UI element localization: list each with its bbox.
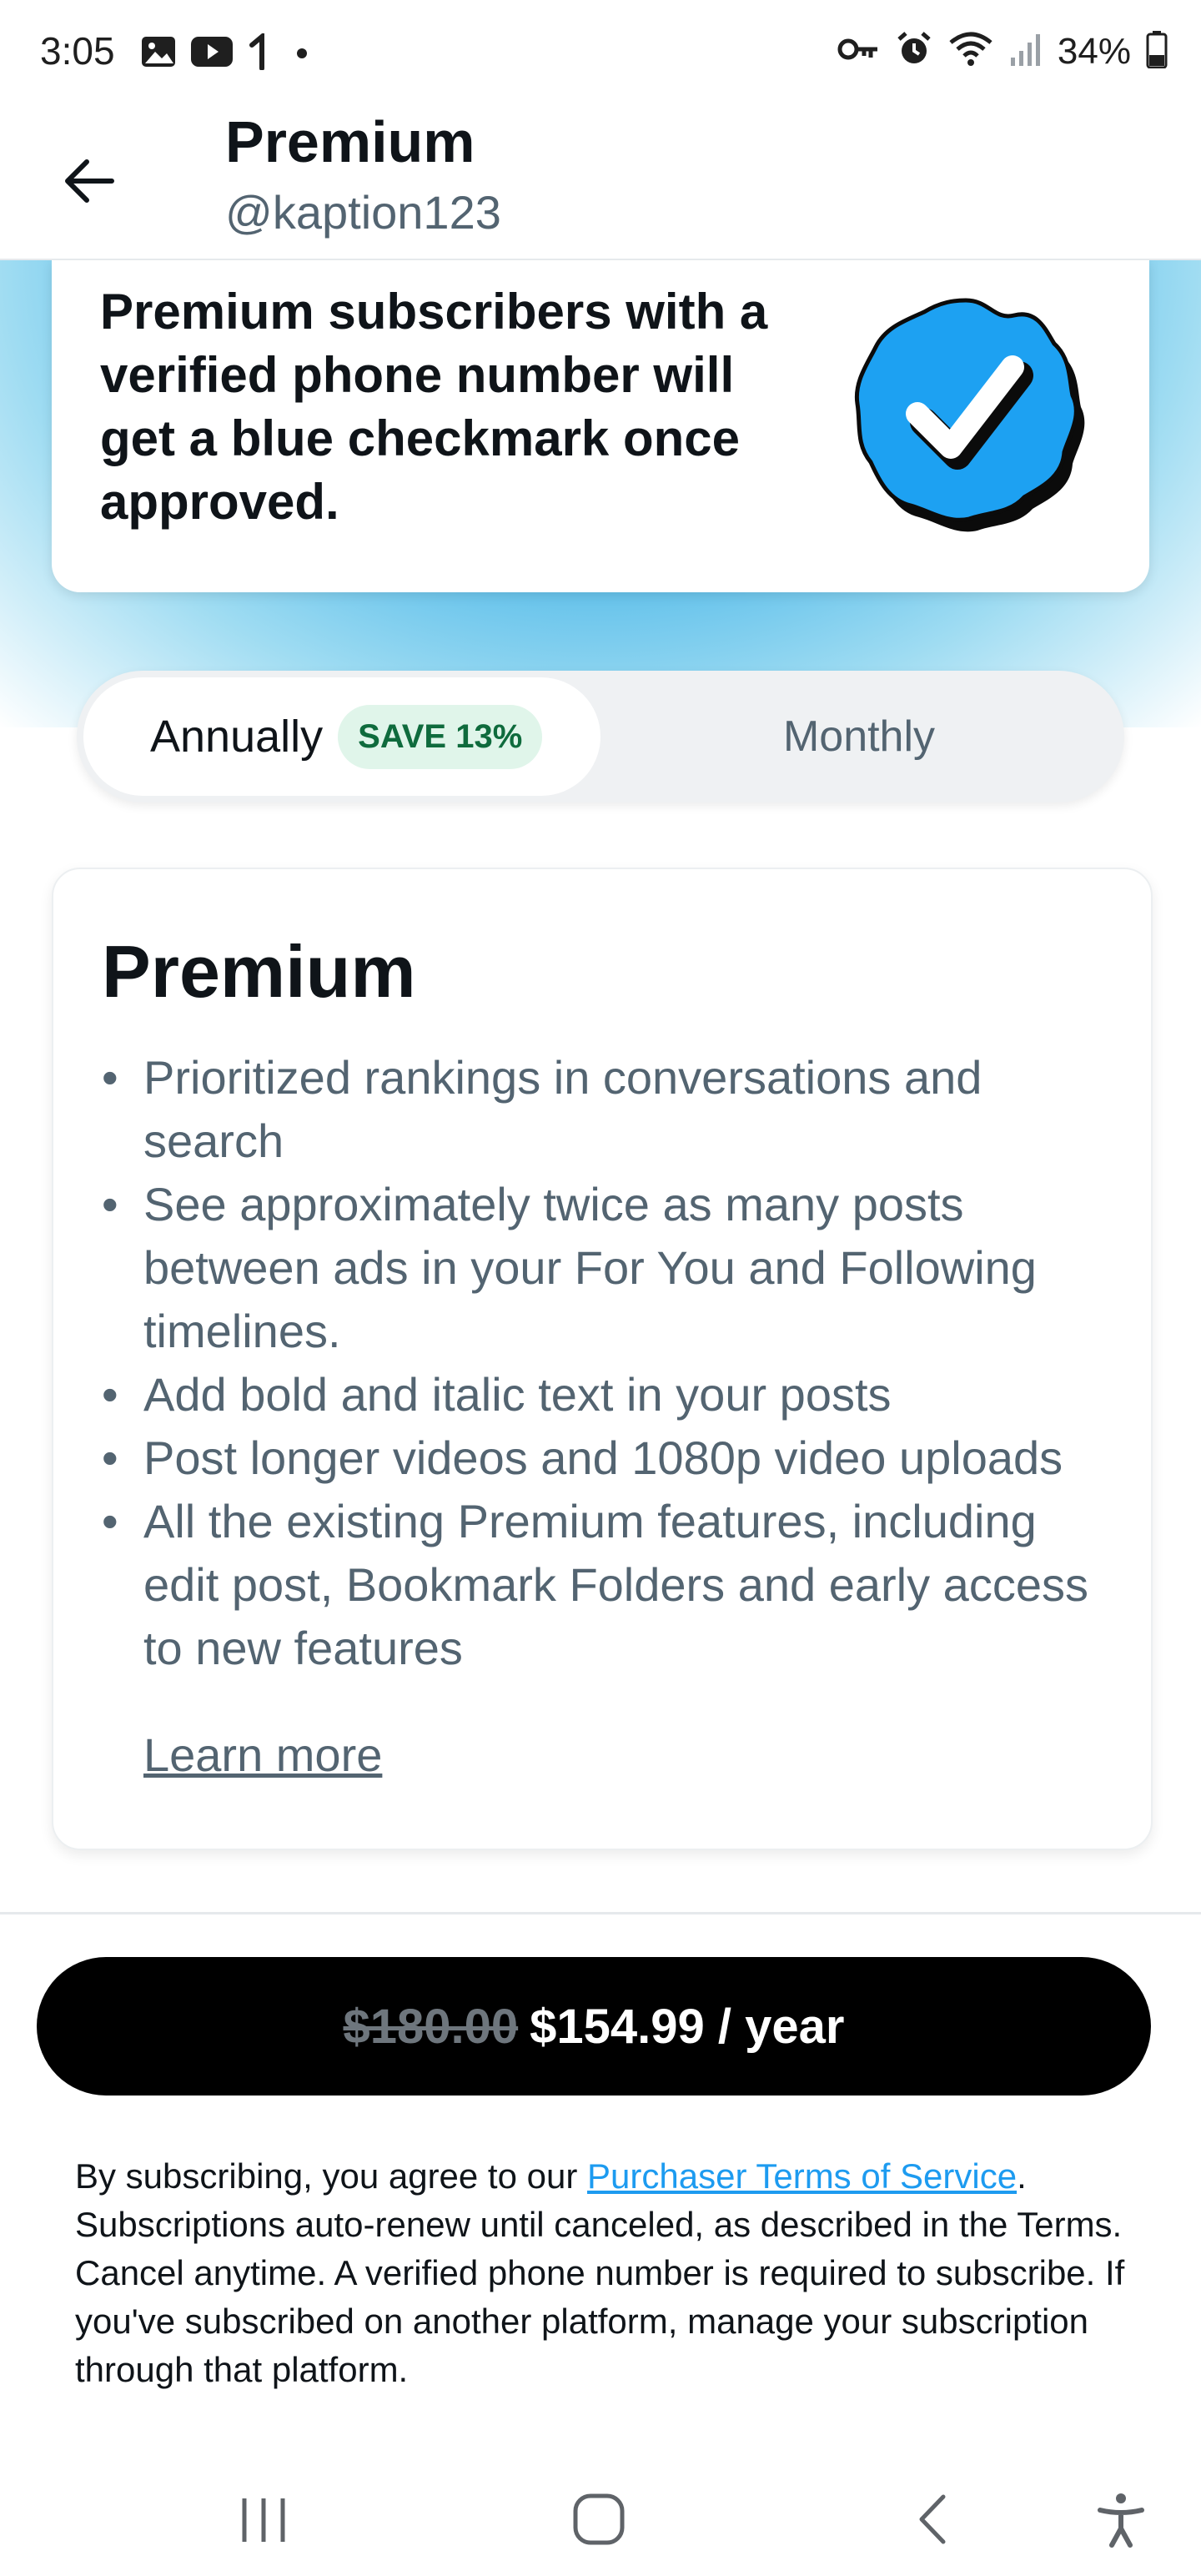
battery-percent: 34% <box>1057 30 1131 72</box>
battery-icon <box>1146 30 1168 73</box>
page-title: Premium <box>225 109 475 174</box>
recent-apps-button[interactable] <box>222 2478 305 2561</box>
wifi-icon <box>947 31 994 72</box>
original-price: $180.00 <box>343 1999 519 2054</box>
recent-apps-icon <box>242 2498 285 2542</box>
back-button[interactable] <box>52 143 127 219</box>
dot-icon <box>285 35 319 73</box>
top-header: Premium @kaption123 <box>0 108 1201 260</box>
verification-info-card: Premium subscribers with a verified phon… <box>52 260 1149 592</box>
status-time: 3:05 <box>40 29 115 73</box>
alarm-icon <box>896 31 932 72</box>
youtube-icon <box>190 35 234 73</box>
save-badge: SAVE 13% <box>338 704 543 769</box>
status-bar: 3:05 34% <box>0 0 1201 108</box>
status-icons-left <box>140 31 319 74</box>
monthly-option[interactable]: Monthly <box>600 677 1118 796</box>
feature-item: See approximately twice as many posts be… <box>102 1173 1111 1363</box>
legal-prefix: By subscribing, you agree to our <box>75 2156 588 2196</box>
billing-period-toggle: Annually SAVE 13% Monthly <box>77 671 1124 802</box>
feature-item: Post longer videos and 1080p video uploa… <box>102 1426 1111 1490</box>
status-icons-right: 34% <box>837 30 1168 73</box>
divider <box>0 1912 1201 1914</box>
verified-badge-icon <box>854 298 1085 532</box>
accessibility-button[interactable] <box>1079 2478 1163 2561</box>
key-icon <box>837 34 881 68</box>
discounted-price: $154.99 / year <box>530 1999 845 2054</box>
feature-list: Prioritized rankings in conversations an… <box>102 1046 1111 1680</box>
feature-item: All the existing Premium features, inclu… <box>102 1490 1111 1680</box>
annually-label: Annually <box>150 712 324 762</box>
learn-more-link[interactable]: Learn more <box>143 1723 382 1787</box>
back-nav-button[interactable] <box>892 2478 976 2561</box>
home-icon <box>573 2493 625 2545</box>
plan-card: Premium Prioritized rankings in conversa… <box>52 868 1153 1850</box>
back-chevron-icon <box>919 2494 946 2544</box>
verification-info-text: Premium subscribers with a verified phon… <box>100 284 768 530</box>
subscribe-button[interactable]: $180.00 $154.99 / year <box>37 1957 1151 2096</box>
signal-icon <box>1009 31 1043 72</box>
purchaser-terms-link[interactable]: Purchaser Terms of Service <box>587 2156 1017 2196</box>
arrow-left-icon <box>65 159 114 203</box>
legal-text: By subscribing, you agree to our Purchas… <box>75 2152 1143 2394</box>
annually-option[interactable]: Annually SAVE 13% <box>83 677 600 796</box>
feature-item: Prioritized rankings in conversations an… <box>102 1046 1111 1173</box>
assist-icon <box>247 31 272 74</box>
feature-item: Add bold and italic text in your posts <box>102 1363 1111 1426</box>
page-subtitle: @kaption123 <box>225 186 501 239</box>
home-button[interactable] <box>557 2478 641 2561</box>
accessibility-icon <box>1098 2493 1144 2548</box>
system-nav-bar <box>0 2453 1201 2576</box>
gallery-icon <box>140 35 177 73</box>
plan-title: Premium <box>102 930 416 1013</box>
